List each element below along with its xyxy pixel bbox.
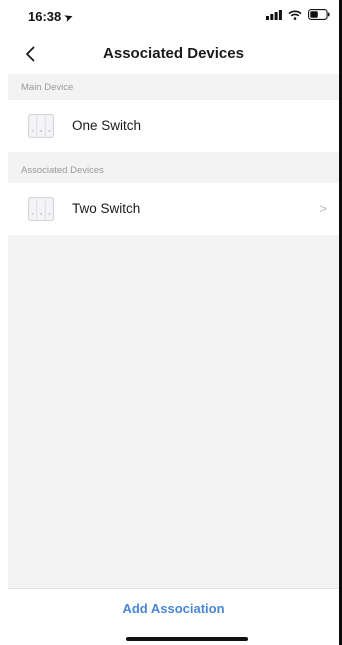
home-indicator	[126, 637, 248, 641]
page-title: Associated Devices	[103, 45, 244, 62]
status-time: 16:38➤	[28, 9, 76, 26]
switch-panel-icon	[28, 197, 54, 226]
section-header-label: Associated Devices	[21, 165, 104, 176]
section-header-associated-devices: Associated Devices	[8, 157, 339, 183]
bottom-action-bar: Add Association	[8, 588, 339, 645]
status-bar: 16:38➤	[8, 0, 339, 34]
status-time-text: 16:38	[28, 9, 62, 24]
battery-icon	[308, 9, 330, 20]
wifi-icon	[288, 10, 302, 20]
navigation-bar: Associated Devices	[8, 34, 339, 74]
device-row-main[interactable]: One Switch	[8, 100, 339, 152]
device-row-associated[interactable]: Two Switch >	[8, 183, 339, 235]
section-header-main-device: Main Device	[8, 74, 339, 100]
section-header-label: Main Device	[21, 82, 74, 93]
chevron-right-icon: >	[319, 201, 327, 216]
device-frame-left	[0, 0, 8, 645]
add-association-button[interactable]: Add Association	[8, 600, 339, 617]
app-screen: 16:38➤ Associated Devices Main Device On…	[0, 0, 342, 645]
device-label-main: One Switch	[72, 118, 142, 133]
signal-icon	[266, 9, 282, 20]
device-label-associated: Two Switch	[72, 201, 141, 216]
location-icon: ➤	[62, 10, 76, 26]
switch-panel-icon	[28, 114, 54, 143]
status-icons	[266, 9, 330, 20]
